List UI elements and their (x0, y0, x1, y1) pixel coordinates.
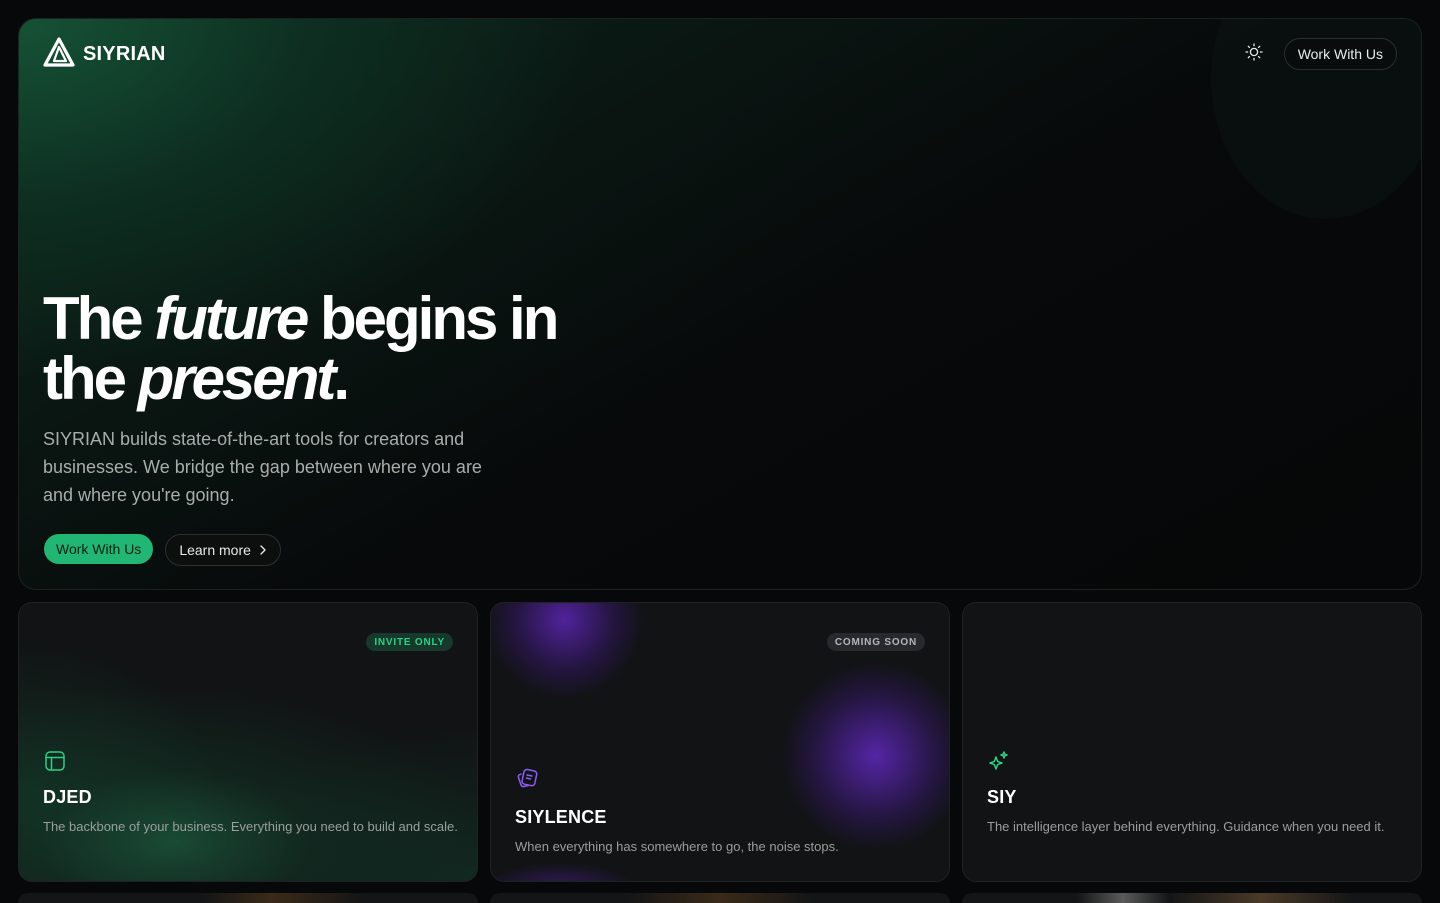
hero-cta-row: Work With Us Learn more (44, 534, 281, 566)
layout-icon (43, 749, 67, 773)
product-title: SIY (987, 787, 1017, 807)
sun-icon (1245, 42, 1263, 66)
next-card-peek (962, 893, 1422, 903)
product-title: SIYLENCE (515, 807, 607, 827)
product-title: DJED (43, 787, 92, 807)
next-card-peek (490, 893, 950, 903)
hero-section: SIYRIAN Work With Us The future begins i… (18, 18, 1422, 590)
headline-emphasis-future: future (154, 285, 309, 352)
product-card-siylence[interactable]: COMING SOON SIYLENCE When everything has… (490, 602, 950, 882)
top-nav: SIYRIAN Work With Us (43, 36, 1397, 72)
hero-headline: The future begins in the present. (43, 289, 563, 409)
status-badge: INVITE ONLY (366, 633, 453, 651)
sparkle-icon (987, 749, 1011, 773)
nav-work-with-us-button[interactable]: Work With Us (1283, 38, 1397, 70)
nav-actions: Work With Us (1240, 38, 1397, 70)
theme-toggle-button[interactable] (1240, 40, 1268, 68)
brand-name: SIYRIAN (83, 42, 166, 65)
learn-more-button[interactable]: Learn more (165, 534, 281, 566)
status-badge: COMING SOON (826, 633, 925, 651)
learn-more-label: Learn more (179, 542, 251, 558)
next-card-peek (18, 893, 478, 903)
product-description: When everything has somewhere to go, the… (515, 839, 839, 854)
headline-text: . (333, 345, 350, 412)
triangle-logo-icon (43, 36, 75, 72)
headline-emphasis-present: present (137, 345, 337, 412)
chevron-right-icon (259, 542, 267, 558)
cards-icon (515, 767, 539, 791)
product-description: The intelligence layer behind everything… (987, 819, 1385, 834)
headline-text: The (43, 285, 155, 352)
brand[interactable]: SIYRIAN (43, 36, 166, 72)
product-card-siy[interactable]: SIY The intelligence layer behind everyt… (962, 602, 1422, 882)
hero-subtitle: SIYRIAN builds state-of-the-art tools fo… (43, 429, 482, 505)
hero-work-with-us-button[interactable]: Work With Us (44, 534, 154, 564)
product-card-djed[interactable]: INVITE ONLY DJED The backbone of your bu… (18, 602, 478, 882)
product-description: The backbone of your business. Everythin… (43, 819, 458, 834)
